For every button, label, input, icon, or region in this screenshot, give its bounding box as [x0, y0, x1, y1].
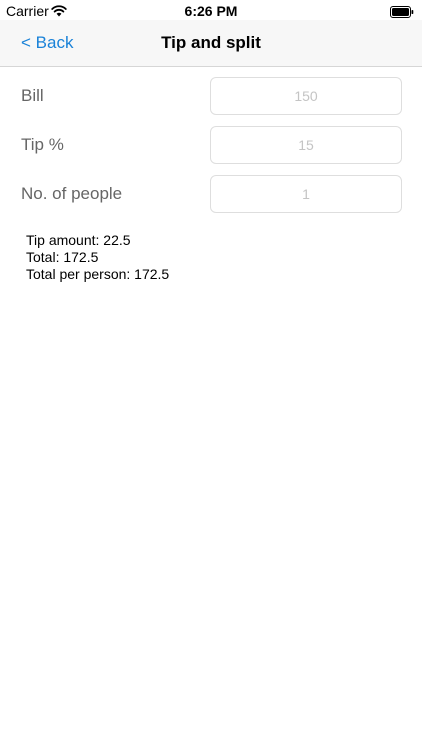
page-title: Tip and split [161, 33, 261, 52]
people-input[interactable] [210, 175, 402, 213]
people-row: No. of people [0, 175, 422, 213]
tip-amount-text: Tip amount: 22.5 [26, 232, 131, 248]
tip-row: Tip % [0, 126, 422, 164]
people-label: No. of people [21, 184, 123, 203]
tip-percent-input[interactable] [210, 126, 402, 164]
total-per-person-text: Total per person: 172.5 [26, 266, 170, 282]
navigation-bar: < Back Tip and split [0, 20, 422, 67]
bill-input[interactable] [210, 77, 402, 115]
bill-row: Bill [0, 77, 422, 115]
status-bar: Carrier 6:26 PM [0, 0, 422, 22]
tip-percent-label: Tip % [21, 135, 64, 154]
status-time: 6:26 PM [184, 3, 238, 19]
bill-label: Bill [21, 86, 44, 105]
results-block: Tip amount: 22.5 Total: 172.5 Total per … [26, 232, 169, 283]
battery-icon [390, 5, 414, 18]
total-text: Total: 172.5 [26, 249, 99, 265]
